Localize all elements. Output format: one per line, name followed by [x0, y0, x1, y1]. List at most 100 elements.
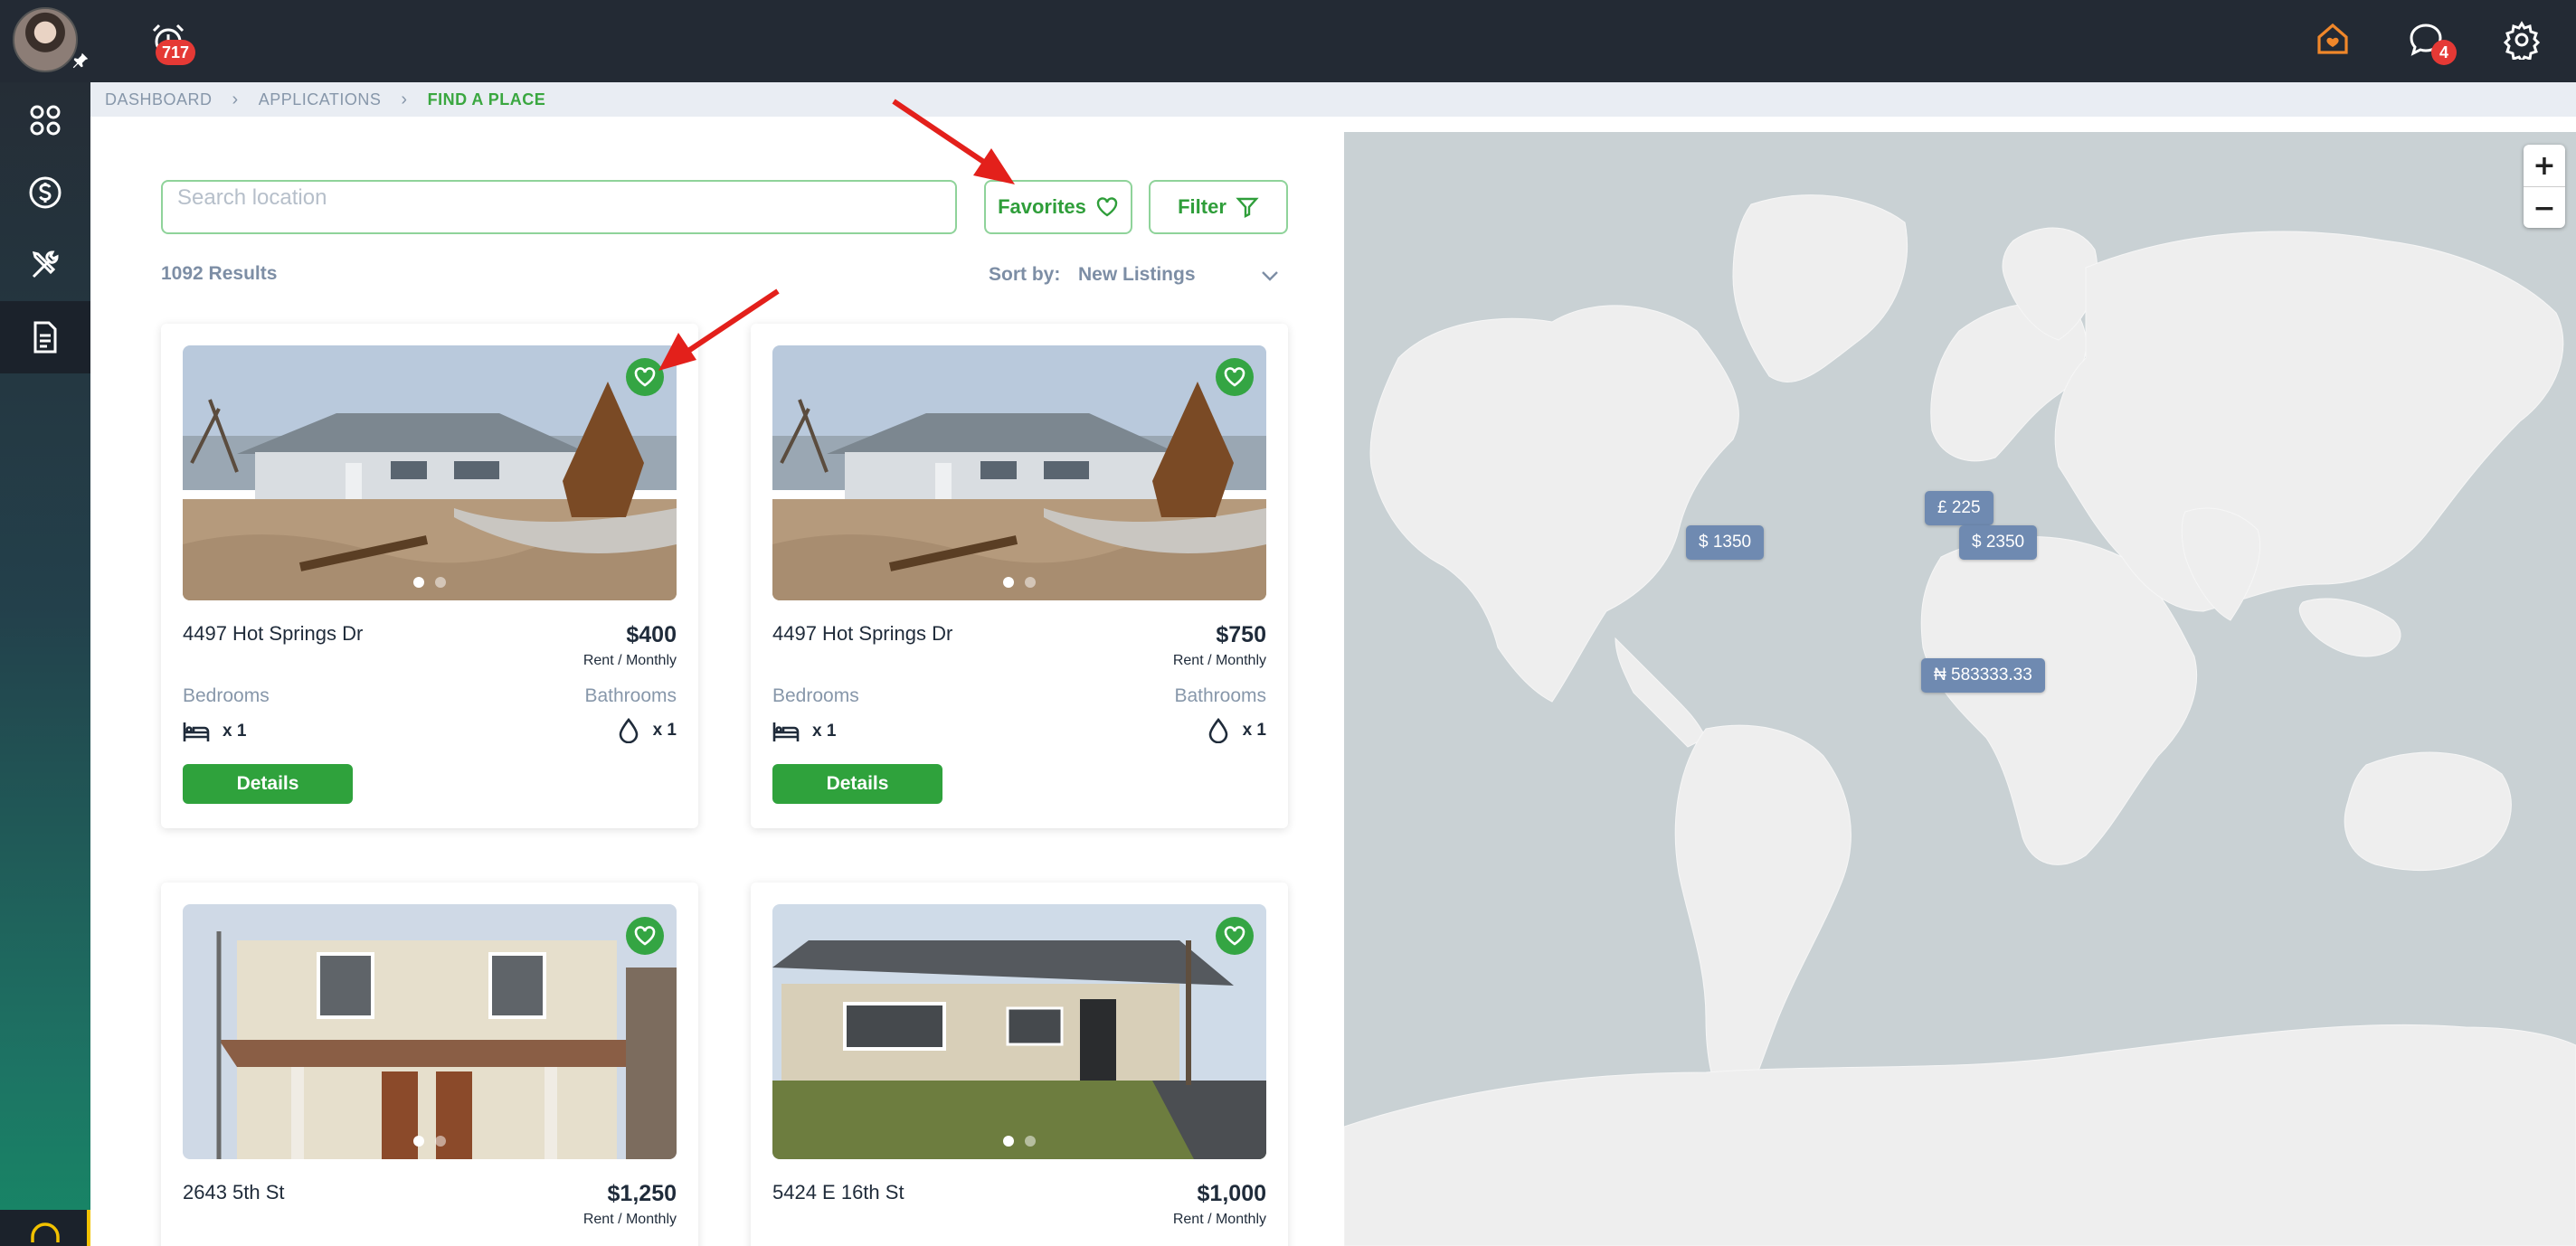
sidebar	[0, 82, 90, 1246]
listing-address: 4497 Hot Springs Dr	[772, 622, 953, 645]
heart-icon	[1096, 197, 1118, 217]
sort-select[interactable]: New Listings	[1078, 264, 1196, 286]
carousel-dot[interactable]	[435, 1136, 446, 1147]
tools-icon	[32, 250, 59, 278]
map-price-marker[interactable]: £ 225	[1925, 491, 1994, 525]
details-button[interactable]: Details	[772, 764, 942, 804]
bedrooms-count: x 1	[812, 722, 837, 741]
carousel-dot[interactable]	[413, 577, 424, 588]
carousel-dot[interactable]	[1025, 577, 1036, 588]
carousel-dots	[183, 577, 677, 588]
listing-address: 4497 Hot Springs Dr	[183, 622, 364, 645]
map-price-marker[interactable]: $ 2350	[1959, 525, 2038, 560]
sidebar-item-maintenance[interactable]	[0, 229, 90, 301]
details-button[interactable]: Details	[183, 764, 353, 804]
map-zoom-control: + −	[2524, 145, 2565, 228]
avatar[interactable]	[13, 7, 78, 72]
listing-period: Rent / Monthly	[582, 653, 677, 668]
carousel-dot[interactable]	[413, 1136, 424, 1147]
map-price-marker[interactable]: $ 1350	[1686, 525, 1765, 560]
sidebar-item-payments[interactable]	[0, 156, 90, 229]
carousel-dot[interactable]	[1025, 1136, 1036, 1147]
water-drop-icon	[1208, 718, 1227, 743]
favorites-button[interactable]: Favorites	[984, 180, 1132, 234]
bedrooms-label: Bedrooms	[772, 685, 859, 706]
sidebar-item-dashboard[interactable]	[0, 84, 90, 156]
carousel-dot[interactable]	[1003, 577, 1014, 588]
support-button[interactable]	[0, 1210, 90, 1246]
breadcrumb: DASHBOARD › APPLICATIONS › FIND A PLACE	[90, 82, 2576, 117]
document-icon	[33, 321, 57, 354]
sort-label: Sort by:	[989, 264, 1061, 285]
listing-photo[interactable]	[183, 904, 677, 1159]
bathrooms-value: x 1	[617, 718, 677, 743]
listing-price: $1,000	[1197, 1181, 1266, 1206]
listing-price: $750	[1216, 622, 1266, 647]
favorite-toggle[interactable]	[626, 358, 664, 396]
breadcrumb-separator: ›	[401, 89, 408, 109]
listing-period: Rent / Monthly	[1172, 653, 1266, 668]
listing-card: 2643 5th St $1,250 Rent / Monthly	[161, 883, 698, 1246]
sidebar-item-applications[interactable]	[0, 301, 90, 373]
bathrooms-count: x 1	[652, 721, 677, 740]
map[interactable]: $ 1350 £ 225 $ 2350 ₦ 583333.33	[1344, 132, 2576, 1246]
chat-badge: 4	[2431, 40, 2457, 65]
filter-label: Filter	[1178, 195, 1226, 218]
chevron-down-icon[interactable]	[1259, 264, 1281, 286]
apps-grid-icon	[30, 105, 61, 136]
heart-icon	[1224, 926, 1245, 946]
favorite-toggle[interactable]	[626, 917, 664, 955]
bed-icon	[772, 722, 800, 741]
listing-address: 5424 E 16th St	[772, 1181, 904, 1204]
bathrooms-label: Bathrooms	[584, 685, 677, 706]
listing-photo[interactable]	[772, 904, 1266, 1159]
top-bar	[0, 0, 2576, 82]
home-icon[interactable]	[2314, 20, 2352, 58]
breadcrumb-separator: ›	[232, 89, 239, 109]
listing-address: 2643 5th St	[183, 1181, 285, 1204]
zoom-out-button[interactable]: −	[2524, 187, 2565, 229]
funnel-icon	[1236, 197, 1259, 218]
carousel-dots	[183, 1136, 677, 1147]
bedrooms-count: x 1	[223, 722, 247, 741]
results-count: 1092 Results	[161, 263, 278, 284]
heart-icon	[634, 926, 656, 946]
carousel-dots	[772, 1136, 1266, 1147]
listing-photo[interactable]	[183, 345, 677, 600]
listing-photo[interactable]	[772, 345, 1266, 600]
filter-button[interactable]: Filter	[1149, 180, 1288, 234]
carousel-dots	[772, 577, 1266, 588]
listing-period: Rent / Monthly	[582, 1212, 677, 1227]
bed-icon	[183, 722, 210, 741]
water-drop-icon	[619, 718, 638, 743]
carousel-dot[interactable]	[435, 577, 446, 588]
bathrooms-count: x 1	[1242, 721, 1266, 740]
listing-card: 4497 Hot Springs Dr $750 Rent / Monthly …	[751, 324, 1288, 828]
headset-icon	[31, 1222, 60, 1242]
bedrooms-value: x 1	[772, 720, 836, 743]
listing-card: 5424 E 16th St $1,000 Rent / Monthly	[751, 883, 1288, 1246]
map-price-marker[interactable]: ₦ 583333.33	[1921, 658, 2045, 693]
listing-price: $1,250	[607, 1181, 677, 1206]
alarm-badge: 717	[156, 40, 195, 65]
dollar-icon	[29, 176, 62, 209]
search-location-input[interactable]	[161, 180, 957, 234]
gear-icon[interactable]	[2502, 20, 2542, 60]
listing-period: Rent / Monthly	[1172, 1212, 1266, 1227]
breadcrumb-current: FIND A PLACE	[427, 90, 546, 109]
bathrooms-value: x 1	[1207, 718, 1266, 743]
favorite-toggle[interactable]	[1216, 917, 1254, 955]
listing-card: 4497 Hot Springs Dr $400 Rent / Monthly …	[161, 324, 698, 828]
zoom-in-button[interactable]: +	[2524, 145, 2565, 186]
bathrooms-label: Bathrooms	[1174, 685, 1266, 706]
breadcrumb-applications[interactable]: APPLICATIONS	[259, 90, 382, 109]
favorites-label: Favorites	[998, 195, 1086, 218]
bedrooms-label: Bedrooms	[183, 685, 270, 706]
breadcrumb-dashboard[interactable]: DASHBOARD	[105, 90, 213, 109]
favorite-toggle[interactable]	[1216, 358, 1254, 396]
bedrooms-value: x 1	[183, 720, 246, 743]
carousel-dot[interactable]	[1003, 1136, 1014, 1147]
heart-icon	[1224, 367, 1245, 387]
heart-icon	[634, 367, 656, 387]
active-accent	[87, 1210, 90, 1246]
